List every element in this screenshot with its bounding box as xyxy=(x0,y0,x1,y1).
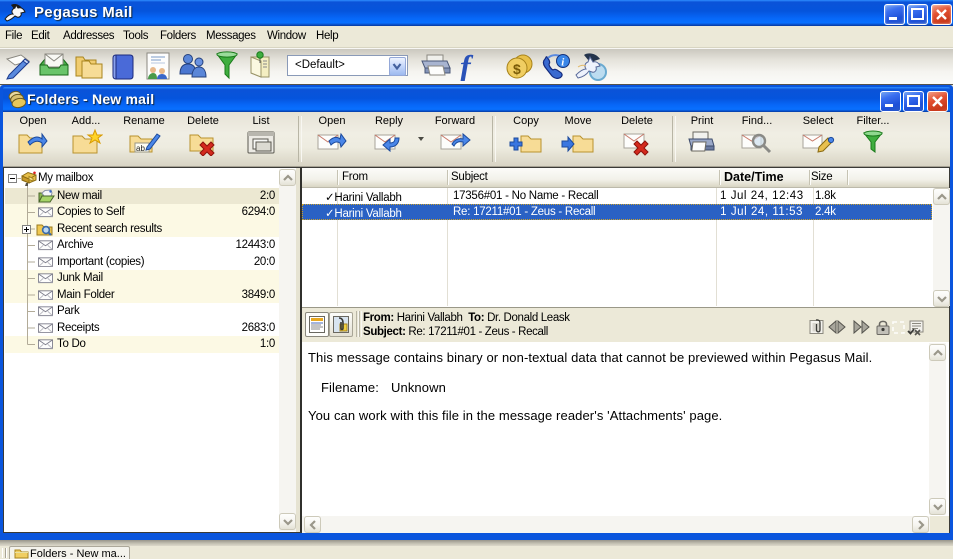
svg-text:f: f xyxy=(460,51,474,81)
svg-text:$: $ xyxy=(513,61,521,77)
svg-text:ab: ab xyxy=(136,144,145,153)
